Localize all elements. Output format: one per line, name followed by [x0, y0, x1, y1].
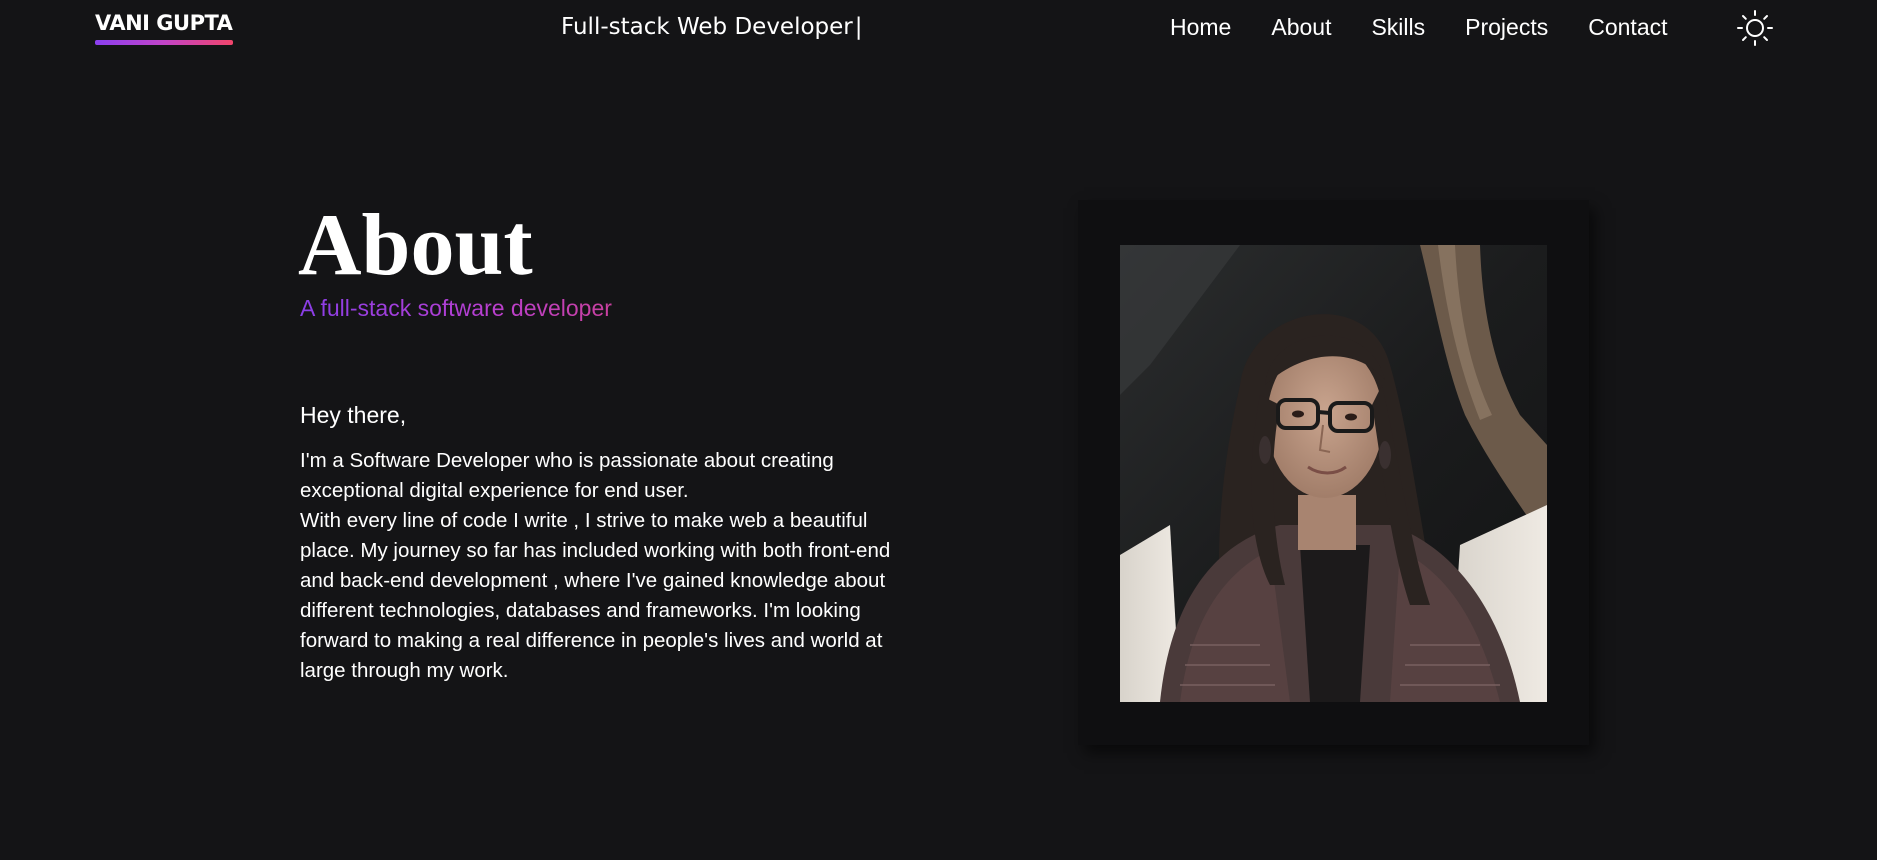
- typed-role-text: Full-stack Web Developer|: [561, 12, 863, 42]
- about-subtitle: A full-stack software developer: [300, 295, 612, 321]
- bio-paragraph-2: With every line of code I write , I stri…: [300, 509, 891, 682]
- logo-underline: [95, 40, 233, 45]
- logo[interactable]: VANI GUPTA: [95, 10, 233, 36]
- profile-photo: [1120, 245, 1547, 702]
- nav-about[interactable]: About: [1271, 14, 1331, 41]
- nav-home[interactable]: Home: [1170, 14, 1231, 41]
- page: VANI GUPTA Full-stack Web Developer| Hom…: [0, 0, 1877, 860]
- greeting-text: Hey there,: [300, 402, 407, 428]
- profile-photo-frame: [1078, 200, 1589, 745]
- main-nav: Home About Skills Projects Contact: [1170, 12, 1668, 42]
- bio-text: I'm a Software Developer who is passiona…: [300, 446, 920, 686]
- profile-photo-illustration: [1120, 245, 1547, 702]
- theme-toggle-button[interactable]: [1736, 9, 1774, 47]
- bio-paragraph-1: I'm a Software Developer who is passiona…: [300, 449, 834, 502]
- about-title: About: [298, 197, 533, 294]
- sun-icon: [1737, 10, 1773, 46]
- typing-caret: |: [854, 14, 863, 40]
- nav-contact[interactable]: Contact: [1588, 14, 1667, 41]
- nav-skills[interactable]: Skills: [1371, 14, 1425, 41]
- typed-text: Full-stack Web Developer: [561, 14, 853, 40]
- nav-projects[interactable]: Projects: [1465, 14, 1548, 41]
